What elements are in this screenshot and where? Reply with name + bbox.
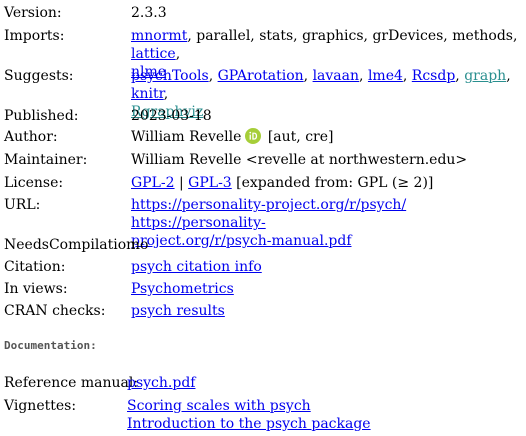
suggest-link-lavaan[interactable]: lavaan <box>313 68 359 84</box>
import-link-lattice[interactable]: lattice <box>131 46 176 62</box>
url-link-homepage[interactable]: https://personality-project.org/r/psych/ <box>131 197 406 213</box>
suggest-link-psychtools[interactable]: psychTools <box>131 68 209 84</box>
version-value: 2.3.3 <box>131 5 167 21</box>
suggests-sep: , <box>359 68 368 84</box>
reference-manual-value: psych.pdf <box>127 374 522 392</box>
maintainer-value: William Revelle <revelle at northwestern… <box>131 152 468 168</box>
license-value: GPL-2 | GPL-3 [expanded from: GPL (≥ 2)] <box>131 174 526 192</box>
suggests-sep: , <box>208 68 218 84</box>
cran-checks-link[interactable]: psych results <box>131 303 225 319</box>
suggest-link-knitr[interactable]: knitr <box>131 86 164 102</box>
version-label: Version: <box>4 5 62 21</box>
url-label: URL: <box>4 197 41 213</box>
cran-checks-label: CRAN checks: <box>4 303 106 319</box>
license-suffix: [expanded from: GPL (≥ 2)] <box>231 175 434 191</box>
citation-label: Citation: <box>4 259 66 275</box>
vignette-link-scoring[interactable]: Scoring scales with psych <box>127 398 311 414</box>
suggest-link-lme4[interactable]: lme4 <box>368 68 403 84</box>
reference-manual-link[interactable]: psych.pdf <box>127 375 195 391</box>
imports-text: , parallel, stats, graphics, grDevices, … <box>187 28 518 44</box>
imports-comma: , <box>175 46 181 62</box>
license-label: License: <box>4 175 64 191</box>
vignette-link-introduction[interactable]: Introduction to the psych package <box>127 416 371 432</box>
suggests-sep: , <box>506 68 511 84</box>
in-views-value: Psychometrics <box>131 280 526 298</box>
import-link-mnormt[interactable]: mnormt <box>131 28 187 44</box>
documentation-heading: Documentation: <box>4 339 97 352</box>
citation-link[interactable]: psych citation info <box>131 259 262 275</box>
needs-compilation-value: no <box>131 237 149 253</box>
needs-compilation-label: NeedsCompilation: <box>4 237 140 253</box>
reference-manual-label: Reference manual: <box>4 375 139 391</box>
cran-checks-value: psych results <box>131 302 526 320</box>
suggest-link-rcsdp[interactable]: Rcsdp <box>412 68 456 84</box>
published-value: 2023-03-18 <box>131 108 212 124</box>
suggests-sep: , <box>402 68 412 84</box>
maintainer-label: Maintainer: <box>4 152 88 168</box>
published-label: Published: <box>4 108 79 124</box>
suggests-sep: , <box>303 68 313 84</box>
license-link-gpl3[interactable]: GPL-3 <box>188 175 232 191</box>
orcid-icon[interactable] <box>245 128 262 144</box>
suggests-comma: , <box>163 86 169 102</box>
suggests-sep: , <box>455 68 465 84</box>
suggest-link-graph[interactable]: graph <box>464 68 506 84</box>
author-value: William Revelle [aut, cre] <box>131 128 526 146</box>
license-link-gpl2[interactable]: GPL-2 <box>131 175 175 191</box>
citation-value: psych citation info <box>131 258 526 276</box>
author-name: William Revelle <box>131 129 242 145</box>
in-views-label: In views: <box>4 281 68 297</box>
suggest-link-gparotation[interactable]: GPArotation <box>218 68 304 84</box>
author-label: Author: <box>4 129 58 145</box>
imports-label: Imports: <box>4 28 65 44</box>
vignettes-label: Vignettes: <box>4 398 77 414</box>
package-details: Version: 2.3.3 Imports: mnormt, parallel… <box>4 0 526 436</box>
license-sep: | <box>174 175 189 191</box>
url-link-manual-line1: https://personality- <box>131 215 266 231</box>
vignettes-value: Scoring scales with psych Introduction to… <box>127 397 522 433</box>
suggests-label: Suggests: <box>4 68 74 84</box>
in-views-link-psychometrics[interactable]: Psychometrics <box>131 281 234 297</box>
author-roles: [aut, cre] <box>267 129 334 145</box>
